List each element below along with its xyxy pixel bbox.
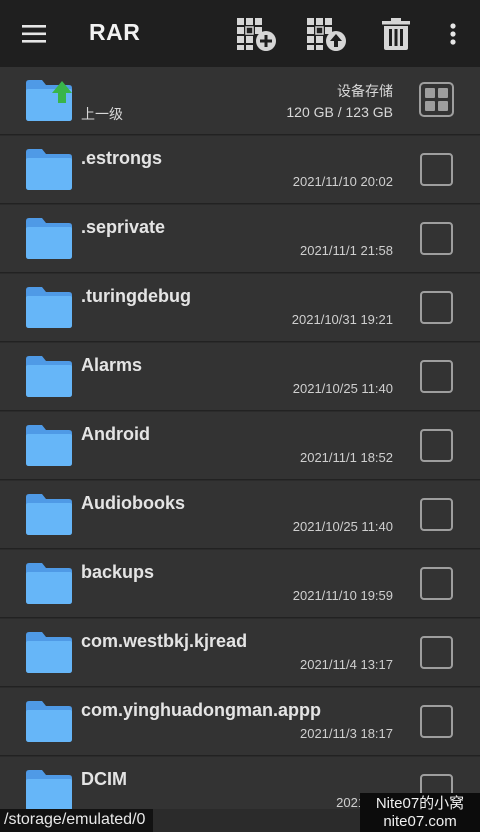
- file-date: 2021/11/10 20:02: [292, 174, 393, 189]
- list-item[interactable]: com.yinghuadongman.appp 2021/11/3 18:17: [0, 688, 480, 756]
- select-checkbox[interactable]: [420, 222, 453, 255]
- list-item[interactable]: Android 2021/11/1 18:52: [0, 412, 480, 480]
- top-toolbar: RAR: [0, 0, 480, 67]
- storage-name: 设备存储: [337, 83, 393, 99]
- file-date: 2021/11/1 18:52: [299, 450, 393, 465]
- current-path: /storage/emulated/0: [0, 809, 154, 832]
- parent-folder-row[interactable]: 上一级 设备存储 120 GB / 123 GB: [0, 67, 480, 135]
- folder-icon: [24, 422, 74, 470]
- list-item[interactable]: Alarms 2021/10/25 11:40: [0, 343, 480, 411]
- watermark-line-2: nite07.com: [383, 813, 457, 830]
- folder-icon: [24, 491, 74, 539]
- select-checkbox[interactable]: [420, 567, 453, 600]
- select-checkbox[interactable]: [420, 291, 453, 324]
- file-name: backups: [81, 562, 155, 582]
- file-date: 2021/11/3 18:17: [299, 726, 393, 741]
- folder-icon: [24, 353, 74, 401]
- folder-icon: [24, 146, 74, 194]
- folder-icon: [24, 698, 74, 746]
- watermark-line-1: Nite07的小窝: [375, 795, 465, 812]
- parent-folder-label: 上一级: [81, 106, 123, 122]
- add-to-archive-icon[interactable]: [230, 0, 282, 67]
- file-date: 2021/11/10 19:59: [292, 588, 393, 603]
- more-vertical-icon[interactable]: [438, 0, 468, 67]
- list-item[interactable]: .estrongs 2021/11/10 20:02: [0, 136, 480, 204]
- extract-from-archive-icon[interactable]: [300, 0, 352, 67]
- app-title: RAR: [89, 19, 141, 45]
- select-checkbox[interactable]: [420, 153, 453, 186]
- file-name: .estrongs: [81, 148, 163, 168]
- trash-icon[interactable]: [372, 0, 420, 67]
- file-name: Audiobooks: [81, 493, 185, 513]
- file-date: 2021/10/31 19:21: [291, 312, 393, 327]
- file-name: Alarms: [81, 355, 143, 375]
- select-checkbox[interactable]: [420, 360, 453, 393]
- folder-icon: [24, 560, 74, 608]
- list-item[interactable]: backups 2021/11/10 19:59: [0, 550, 480, 618]
- list-item[interactable]: Audiobooks 2021/10/25 11:40: [0, 481, 480, 549]
- hamburger-menu-icon[interactable]: [10, 0, 60, 67]
- file-name: .turingdebug: [81, 286, 191, 306]
- file-name: com.yinghuadongman.appp: [81, 700, 322, 720]
- list-item[interactable]: .seprivate 2021/11/1 21:58: [0, 205, 480, 273]
- list-item[interactable]: .turingdebug 2021/10/31 19:21: [0, 274, 480, 342]
- folder-icon: [24, 215, 74, 263]
- select-checkbox[interactable]: [420, 498, 453, 531]
- file-name: .seprivate: [81, 217, 166, 237]
- folder-icon: [24, 284, 74, 332]
- file-date: 2021/11/1 21:58: [299, 243, 393, 258]
- file-name: com.westbkj.kjread: [81, 631, 248, 651]
- grid-view-icon[interactable]: [419, 82, 454, 117]
- file-name: Android: [81, 424, 150, 444]
- storage-size: 120 GB / 123 GB: [286, 104, 393, 120]
- file-date: 2021/10/25 11:40: [292, 519, 393, 534]
- list-item[interactable]: com.westbkj.kjread 2021/11/4 13:17: [0, 619, 480, 687]
- select-checkbox[interactable]: [420, 705, 453, 738]
- file-date: 2021/10/25 11:40: [292, 381, 393, 396]
- watermark: Nite07的小窝 nite07.com: [360, 793, 480, 832]
- folder-up-icon: [24, 77, 74, 125]
- file-date: 2021/11/4 13:17: [299, 657, 393, 672]
- select-checkbox[interactable]: [420, 636, 453, 669]
- folder-icon: [24, 629, 74, 677]
- file-list: 上一级 设备存储 120 GB / 123 GB .estrongs 2021/…: [0, 67, 480, 809]
- select-checkbox[interactable]: [420, 429, 453, 462]
- folder-icon: [24, 767, 74, 809]
- file-name: DCIM: [81, 769, 127, 789]
